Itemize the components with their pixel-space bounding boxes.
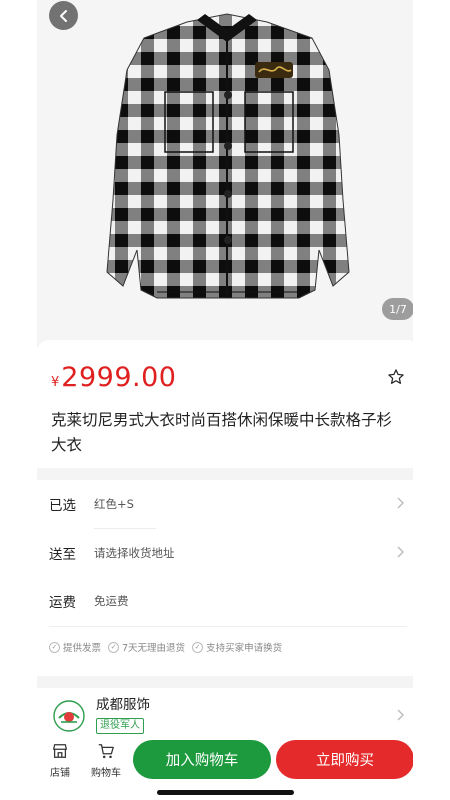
promise-item: ✓ 7天无理由退货 xyxy=(108,640,185,654)
price-card: ¥ 2999.00 克莱切尼男式大衣时尚百搭休闲保暖中长款格子杉 大衣 xyxy=(37,340,419,468)
option-row-address[interactable]: 送至 请选择收货地址 xyxy=(37,529,419,577)
shop-logo xyxy=(53,700,85,732)
product-image-carousel[interactable] xyxy=(37,0,419,348)
cart-label: 购物车 xyxy=(91,768,121,779)
promise-label: 提供发票 xyxy=(63,643,102,654)
shop-name: 成都服饰 xyxy=(96,697,150,713)
promise-label: 支持买家申请换货 xyxy=(206,643,283,654)
back-button[interactable] xyxy=(49,1,78,30)
cart-nav-button[interactable]: 购物车 xyxy=(86,742,126,779)
home-indicator xyxy=(157,790,294,795)
shop-badge: 退役军人 xyxy=(96,718,144,734)
currency-symbol: ¥ xyxy=(51,375,60,390)
check-icon: ✓ xyxy=(108,641,120,653)
buy-now-button[interactable]: 立即购买 xyxy=(276,740,414,779)
chevron-right-icon xyxy=(397,497,404,509)
service-promises: ✓ 提供发票 ✓ 7天无理由退货 ✓ 支持买家申请换货 xyxy=(49,640,282,654)
chevron-left-icon xyxy=(59,9,67,22)
option-label: 送至 xyxy=(49,547,76,563)
section-gap xyxy=(37,468,419,480)
store-label: 店铺 xyxy=(50,768,70,779)
image-counter: 1/7 xyxy=(382,298,414,320)
star-icon xyxy=(388,369,404,384)
option-row-shipping: 运费 免运费 xyxy=(37,577,419,625)
store-icon xyxy=(53,744,67,758)
option-label: 已选 xyxy=(49,498,76,514)
divider xyxy=(49,626,407,627)
cart-icon xyxy=(98,744,114,759)
price: ¥ 2999.00 xyxy=(51,362,176,393)
product-title-line: 大衣 xyxy=(51,436,83,454)
check-icon: ✓ xyxy=(192,641,204,653)
option-value: 请选择收货地址 xyxy=(94,546,175,560)
chevron-right-icon xyxy=(397,709,404,721)
option-value: 免运费 xyxy=(94,594,129,608)
check-icon: ✓ xyxy=(49,641,60,653)
section-gap xyxy=(37,676,419,688)
promise-label: 7天无理由退货 xyxy=(122,643,186,654)
options-card: 已选 红色+S 送至 请选择收货地址 运费 免运费 ✓ 提供发票 ✓ 7天无理由… xyxy=(37,480,419,676)
option-row-selected[interactable]: 已选 红色+S xyxy=(37,480,419,528)
margin-left xyxy=(0,0,37,800)
product-image xyxy=(37,0,419,348)
favorite-button[interactable] xyxy=(387,368,405,386)
product-detail-page: 1/7 ¥ 2999.00 克莱切尼男式大衣时尚百搭休闲保暖中长款格子杉 大衣 … xyxy=(0,0,450,800)
chevron-right-icon xyxy=(397,546,404,558)
price-value: 2999.00 xyxy=(61,362,177,393)
product-title-line: 克莱切尼男式大衣时尚百搭休闲保暖中长款格子杉 xyxy=(51,411,393,429)
option-value: 红色+S xyxy=(94,497,134,511)
add-to-cart-button[interactable]: 加入购物车 xyxy=(133,740,271,779)
product-title: 克莱切尼男式大衣时尚百搭休闲保暖中长款格子杉 大衣 xyxy=(51,408,403,458)
store-button[interactable]: 店铺 xyxy=(40,742,80,779)
option-label: 运费 xyxy=(49,595,76,611)
margin-right xyxy=(413,0,450,800)
promise-item: ✓ 支持买家申请换货 xyxy=(192,640,282,654)
promise-item: ✓ 提供发票 xyxy=(49,640,101,654)
